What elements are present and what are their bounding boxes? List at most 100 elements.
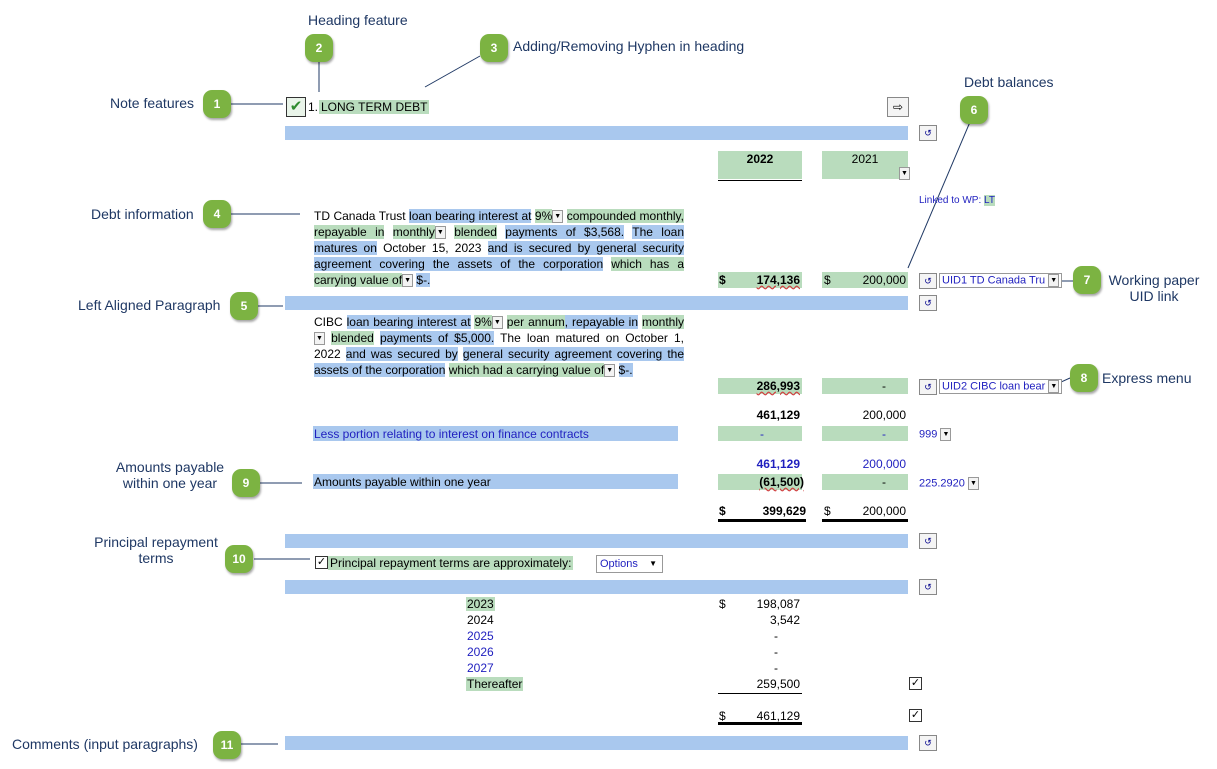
td-frequency[interactable]: monthly — [392, 225, 435, 239]
principal-amount-2027: - — [774, 661, 778, 675]
td-2021-amount[interactable]: 200,000 — [822, 273, 906, 287]
cibc-text-4[interactable]: blended — [331, 331, 374, 345]
cibc-text-9[interactable]: which had a carrying value of — [448, 363, 605, 377]
principal-year-2024[interactable]: 2024 — [467, 613, 494, 627]
callout-working-paper-uid-link: Working paper UID link — [1108, 272, 1200, 304]
badge-8: 8 — [1070, 364, 1098, 392]
linked-wp-text: Linked to WP: — [919, 195, 982, 206]
td-carrying-dropdown-icon[interactable]: ▼ — [402, 274, 414, 288]
principal-checkbox[interactable]: ✓ — [315, 556, 328, 569]
cibc-2022-amount[interactable]: 286,993 — [718, 379, 800, 393]
cibc-text-2[interactable]: per annum — [506, 315, 565, 329]
edit-paragraph-icon[interactable]: ↺ — [919, 295, 937, 311]
badge-5: 5 — [230, 292, 258, 320]
cibc-2021-amount[interactable]: - — [822, 379, 886, 393]
heading-number: 1. — [308, 100, 319, 114]
principal-year-2027[interactable]: 2027 — [467, 661, 494, 675]
linked-wp-code[interactable]: LT — [984, 195, 995, 206]
uid2-text: UID2 CIBC loan bear — [942, 380, 1046, 393]
heading-band[interactable] — [285, 126, 908, 140]
td-2022-amount[interactable]: 174,136 — [718, 273, 800, 287]
td-rate[interactable]: 9% — [534, 209, 553, 223]
edit-paragraph-icon[interactable]: ↺ — [919, 533, 937, 549]
cibc-text-7: and was secured by — [345, 347, 458, 361]
callout-left-aligned-paragraph: Left Aligned Paragraph — [78, 297, 221, 313]
year-dropdown-icon[interactable]: ▼ — [899, 167, 910, 180]
callout-hyphen: Adding/Removing Hyphen in heading — [513, 38, 745, 54]
badge-7: 7 — [1073, 266, 1101, 294]
td-text-1: loan bearing interest at — [409, 209, 532, 223]
badge-6: 6 — [960, 96, 988, 124]
code-999-text: 999 — [919, 428, 938, 441]
code-225-text: 225.2920 — [919, 477, 965, 490]
insert-arrow-icon[interactable]: ⇨ — [887, 97, 909, 117]
year-2022-label: 2022 — [746, 152, 774, 166]
td-text-3[interactable]: blended — [454, 225, 497, 239]
principal-year-2023[interactable]: 2023 — [466, 597, 495, 611]
principal-year-2026[interactable]: 2026 — [467, 645, 494, 659]
thereafter-checkbox[interactable]: ✓ — [909, 677, 922, 690]
less-label[interactable]: Less portion relating to interest on fin… — [314, 427, 589, 441]
cibc-carrying-dropdown-icon[interactable]: ▼ — [604, 364, 616, 378]
cibc-rate[interactable]: 9% — [474, 315, 492, 329]
note-features-checkbox[interactable]: ✔ — [286, 97, 306, 117]
payable-2021[interactable]: - — [822, 475, 886, 489]
total-checkbox[interactable]: ✓ — [909, 709, 922, 722]
principal-total: 461,129 — [756, 709, 800, 723]
uid2-dropdown-icon[interactable]: ▼ — [1048, 380, 1060, 393]
less-2021[interactable]: - — [822, 427, 886, 441]
options-label: Options — [600, 558, 638, 570]
net-2021: 200,000 — [862, 457, 906, 471]
subtotal-2022: 461,129 — [756, 408, 800, 422]
year-2022-underline — [718, 180, 802, 181]
total-2021-double-underline — [822, 519, 908, 522]
net-2022: 461,129 — [756, 457, 800, 471]
callout-heading-feature: Heading feature — [308, 12, 408, 28]
callout-express-menu: Express menu — [1102, 370, 1192, 386]
code-225[interactable]: 225.2920 ▼ — [919, 477, 979, 490]
cibc-band[interactable] — [285, 296, 908, 310]
principal-year-2025[interactable]: 2025 — [467, 629, 494, 643]
code-999-dropdown-icon[interactable]: ▼ — [940, 428, 952, 441]
td-rate-dropdown-icon[interactable]: ▼ — [552, 210, 564, 224]
cibc-lender: CIBC — [314, 315, 343, 329]
cibc-frequency-dropdown-icon[interactable]: ▼ — [314, 332, 325, 346]
linked-wp-label: Linked to WP: LT — [919, 195, 995, 206]
uid1-link[interactable]: UID1 TD Canada Tru ▼ — [939, 273, 1063, 288]
edit-paragraph-icon[interactable]: ↺ — [919, 273, 937, 289]
cibc-paragraph[interactable]: CIBC loan bearing interest at 9% ▼ per an… — [314, 314, 685, 378]
code-225-dropdown-icon[interactable]: ▼ — [967, 477, 979, 490]
edit-paragraph-icon[interactable]: ↺ — [919, 735, 937, 751]
td-frequency-dropdown-icon[interactable]: ▼ — [434, 226, 446, 240]
less-2022[interactable]: - — [718, 427, 764, 441]
uid1-dropdown-icon[interactable]: ▼ — [1048, 274, 1060, 287]
principal-amount-2026: - — [774, 645, 778, 659]
payable-label[interactable]: Amounts payable within one year — [314, 475, 491, 489]
principal-year-thereafter[interactable]: Thereafter — [466, 677, 524, 691]
td-lender: TD Canada Trust — [314, 209, 406, 223]
td-text-4: payments of $3,568. — [505, 225, 625, 239]
uid2-link[interactable]: UID2 CIBC loan bear ▼ — [939, 379, 1063, 394]
cibc-text-10: $-. — [618, 363, 633, 377]
code-999[interactable]: 999 ▼ — [919, 428, 952, 441]
principal-table-band[interactable] — [285, 580, 908, 594]
cibc-frequency[interactable]: monthly — [641, 315, 685, 329]
uid1-text: UID1 TD Canada Tru — [942, 274, 1046, 287]
principal-band[interactable] — [285, 534, 908, 548]
td-paragraph[interactable]: TD Canada Trust loan bearing interest at… — [314, 208, 684, 288]
options-dropdown[interactable]: Options ▼ — [596, 555, 663, 573]
payable-2022[interactable]: (61,500) — [718, 475, 804, 489]
callout-amounts-payable: Amounts payable within one year — [115, 459, 225, 491]
edit-paragraph-icon[interactable]: ↺ — [919, 379, 937, 395]
cibc-rate-dropdown-icon[interactable]: ▼ — [491, 316, 503, 330]
total-2021: 200,000 — [862, 504, 906, 518]
cibc-text-3: , repayable in — [564, 315, 639, 329]
edit-paragraph-icon[interactable]: ↺ — [919, 579, 937, 595]
comments-band[interactable] — [285, 736, 908, 750]
heading-title[interactable]: LONG TERM DEBT — [319, 100, 430, 114]
principal-total-double-underline — [718, 722, 802, 725]
edit-paragraph-icon[interactable]: ↺ — [919, 125, 937, 141]
callout-debt-information: Debt information — [91, 206, 194, 222]
badge-1: 1 — [203, 90, 231, 118]
badge-9: 9 — [232, 469, 260, 497]
